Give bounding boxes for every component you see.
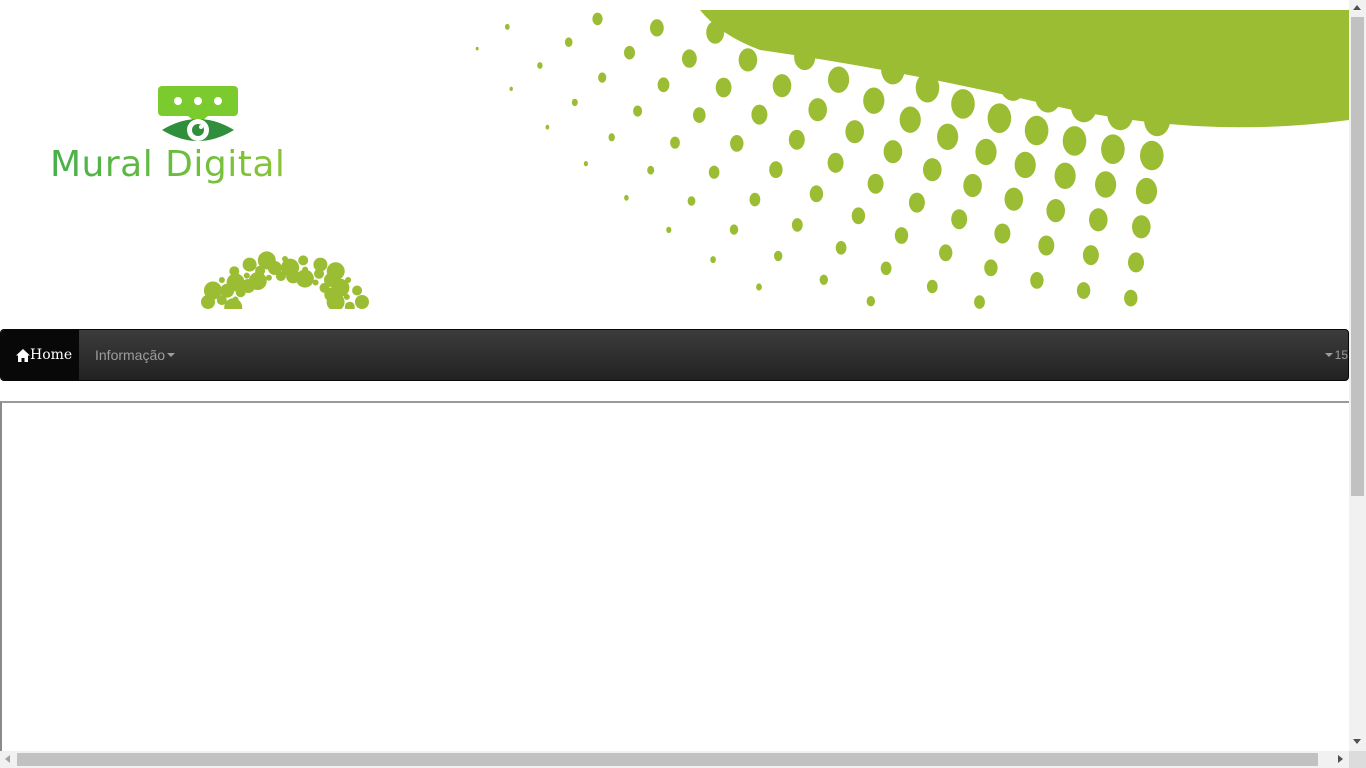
scroll-right-arrow-icon[interactable]: [1338, 755, 1343, 763]
caret-down-icon: [167, 353, 176, 357]
nav-informacao-label: Informação: [95, 347, 166, 363]
horizontal-scrollbar[interactable]: [0, 751, 1349, 768]
header-banner: Mural Digital: [0, 10, 1349, 309]
nav-informacao-dropdown[interactable]: Informação: [95, 330, 176, 380]
horizontal-scroll-thumb[interactable]: [17, 753, 1318, 766]
page: Mural Digital Home Informação 15: [0, 0, 1349, 751]
nav-right-dropdown[interactable]: 15: [1324, 330, 1348, 380]
scroll-down-arrow-icon[interactable]: [1353, 739, 1361, 744]
vertical-scroll-thumb[interactable]: [1351, 17, 1364, 496]
logo-text: Mural Digital: [50, 144, 360, 185]
logo[interactable]: Mural Digital: [50, 84, 360, 194]
navbar: Home Informação 15: [0, 329, 1349, 381]
scrollbar-corner: [1349, 751, 1366, 768]
nav-right-label: 15: [1334, 348, 1348, 362]
home-icon: [16, 348, 30, 362]
content-frame: [0, 401, 1349, 751]
nav-home-link[interactable]: Home: [1, 330, 79, 380]
nav-home-label: Home: [30, 347, 73, 363]
scroll-left-arrow-icon[interactable]: [5, 755, 10, 763]
scroll-up-arrow-icon[interactable]: [1353, 5, 1361, 10]
caret-down-icon: [1324, 353, 1333, 357]
vertical-scrollbar[interactable]: [1349, 0, 1366, 751]
